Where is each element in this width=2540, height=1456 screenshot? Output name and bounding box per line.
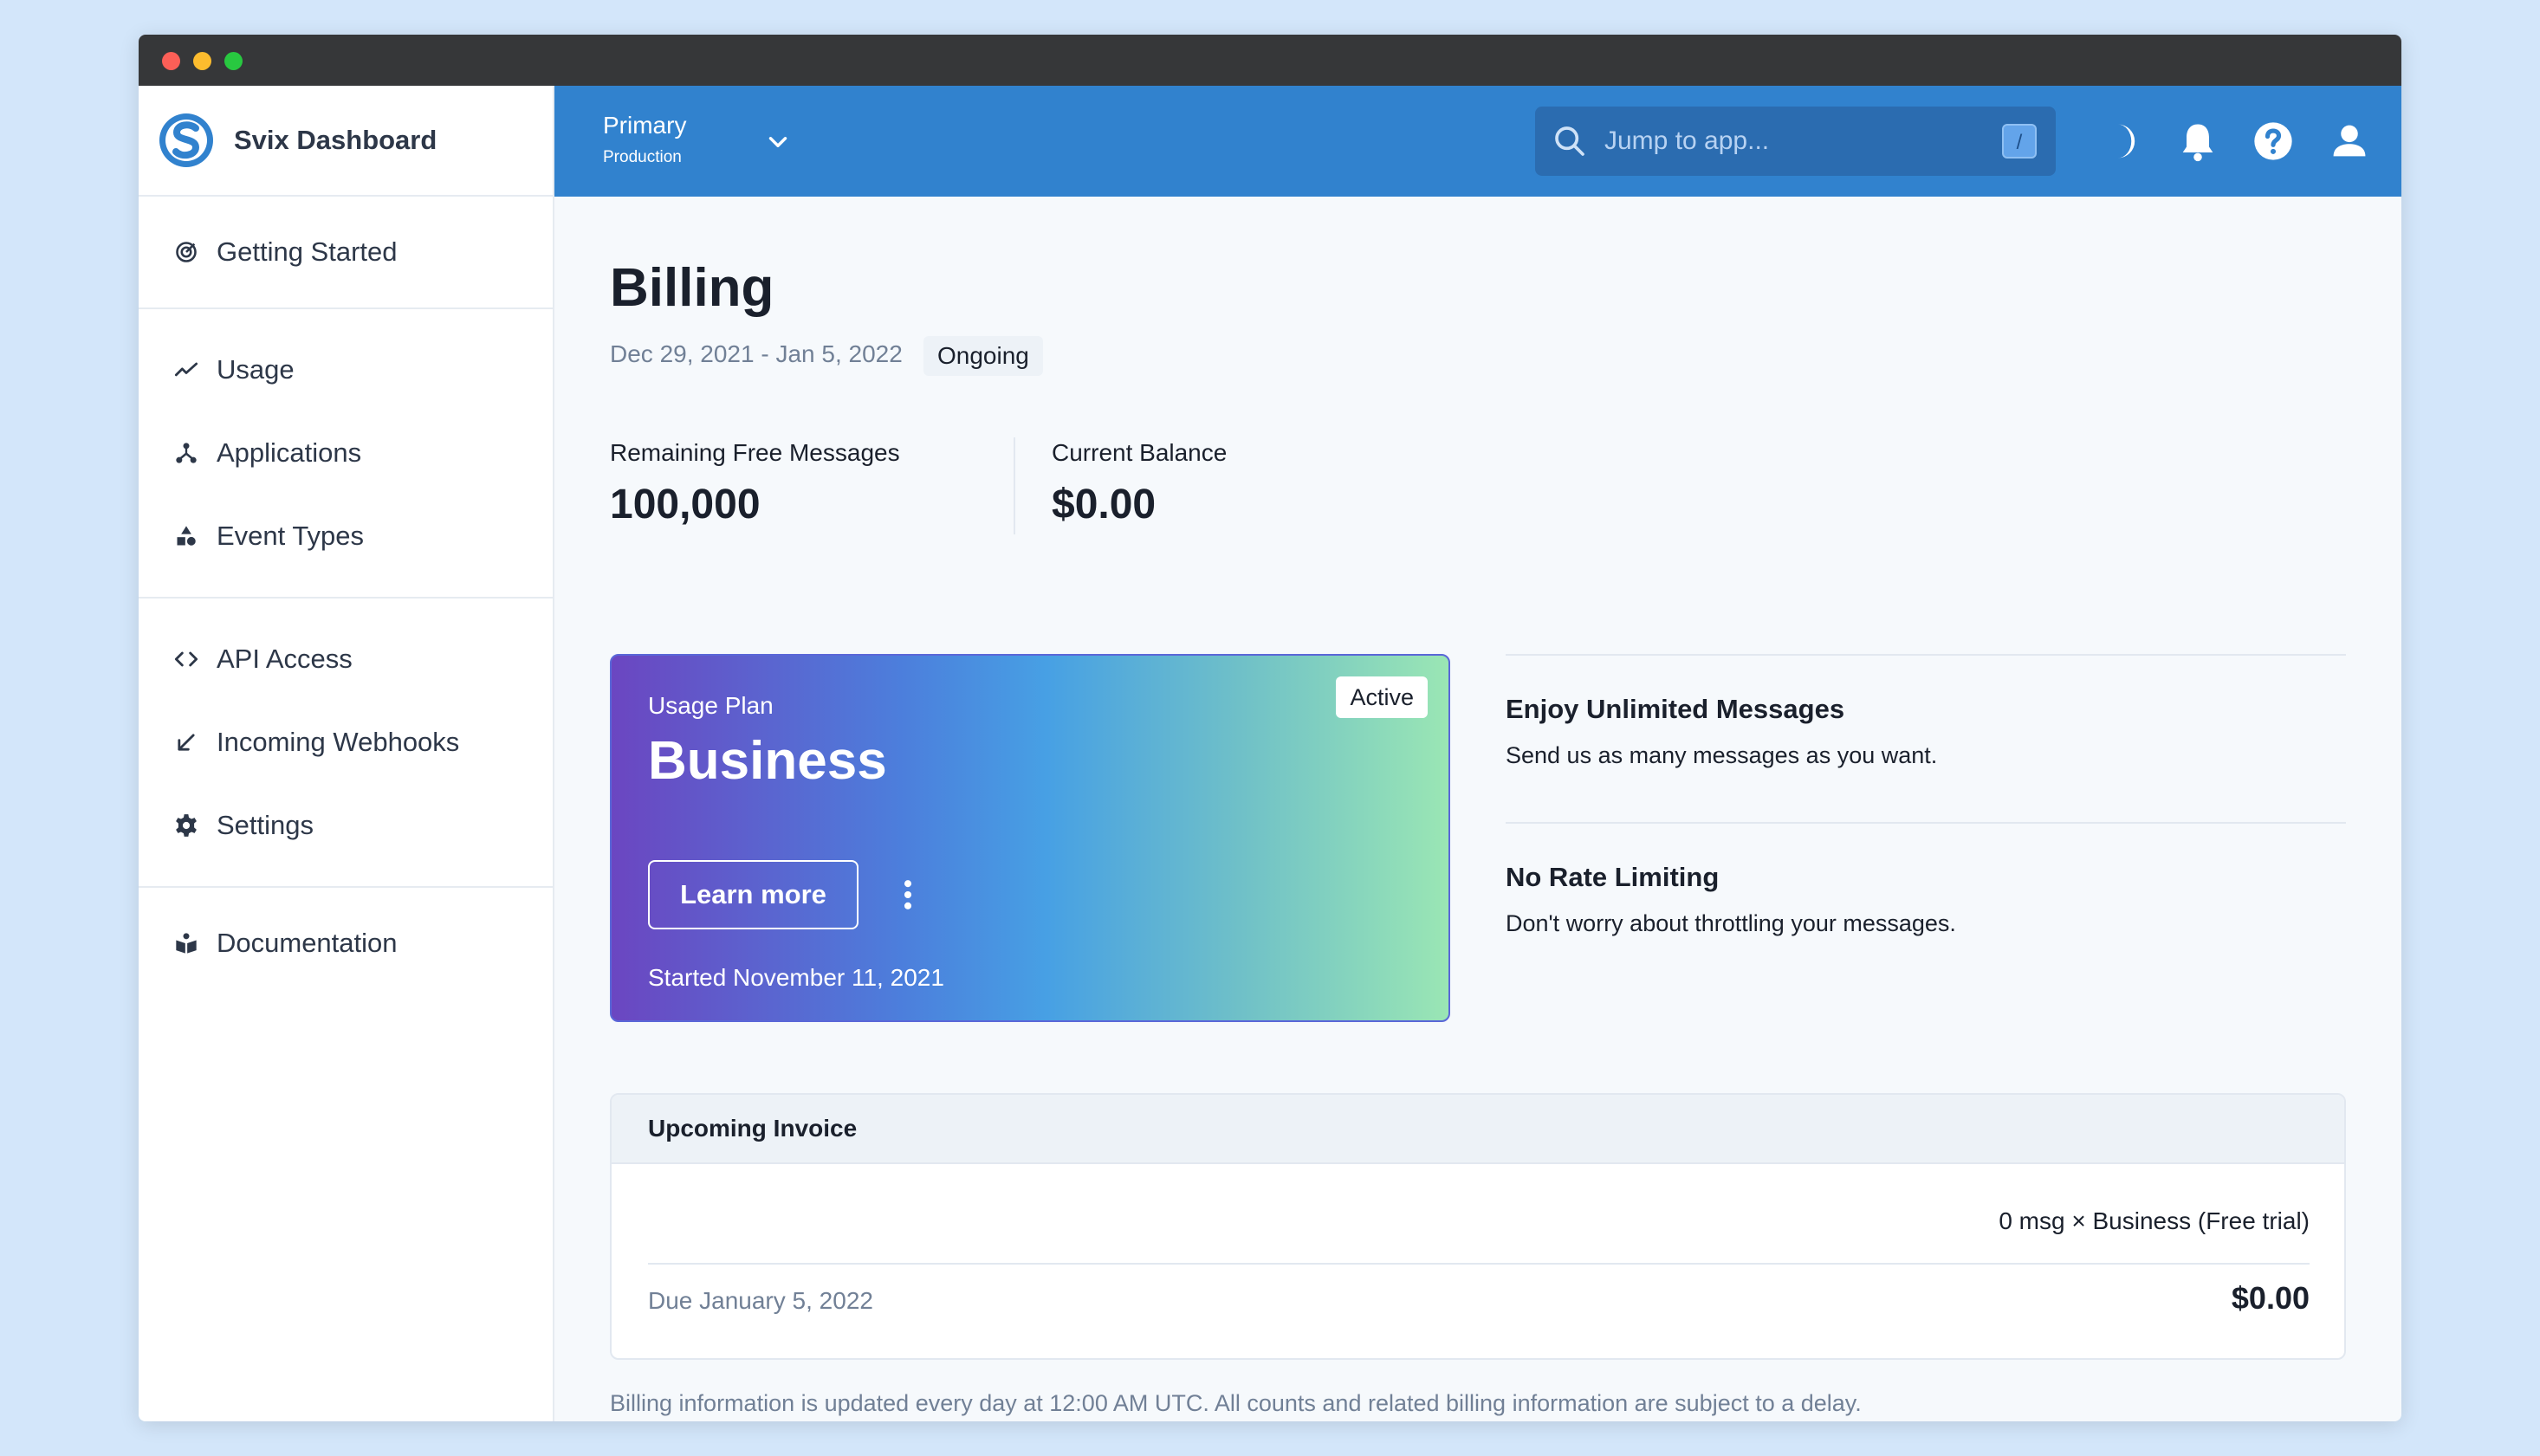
billing-footnote: Billing information is updated every day… bbox=[610, 1390, 1862, 1416]
billing-page: Billing Dec 29, 2021 - Jan 5, 2022 Ongoi… bbox=[554, 197, 2401, 1421]
sidebar-item-label: API Access bbox=[217, 644, 353, 674]
nav-group-docs: Documentation bbox=[139, 888, 553, 999]
search-input[interactable] bbox=[1604, 120, 1968, 162]
chevron-down-icon bbox=[768, 137, 787, 147]
notifications-button[interactable] bbox=[2175, 119, 2220, 164]
user-menu-button[interactable] bbox=[2327, 119, 2372, 164]
invoice-title: Upcoming Invoice bbox=[612, 1095, 2344, 1164]
sidebar-item-settings[interactable]: Settings bbox=[139, 784, 553, 867]
search-box[interactable]: / bbox=[1535, 107, 2056, 176]
stat-divider bbox=[1014, 437, 1015, 534]
plan-label: Usage Plan bbox=[648, 692, 774, 719]
plan-start-date: Started November 11, 2021 bbox=[648, 964, 944, 991]
feature-title: Enjoy Unlimited Messages bbox=[1506, 694, 1845, 724]
invoice-divider bbox=[648, 1263, 2310, 1265]
code-icon bbox=[173, 646, 199, 672]
learn-more-button[interactable]: Learn more bbox=[648, 860, 859, 929]
usage-plan-card: Usage Plan Business Active Learn more St… bbox=[610, 654, 1450, 1022]
feature-item: No Rate Limiting Don't worry about throt… bbox=[1506, 822, 2346, 990]
maximize-window-button[interactable] bbox=[224, 52, 243, 70]
brand-name: Svix Dashboard bbox=[234, 125, 437, 155]
sidebar-item-label: Getting Started bbox=[217, 236, 398, 267]
stat-remaining-messages: Remaining Free Messages 100,000 bbox=[610, 439, 900, 528]
search-shortcut-key: / bbox=[2002, 124, 2037, 159]
plan-name: Business bbox=[648, 731, 887, 791]
sidebar-item-label: Documentation bbox=[217, 928, 398, 958]
search-icon bbox=[1555, 126, 1584, 156]
billing-period: Dec 29, 2021 - Jan 5, 2022 bbox=[610, 340, 903, 367]
plan-features: Enjoy Unlimited Messages Send us as many… bbox=[1506, 654, 2346, 990]
stat-value: $0.00 bbox=[1052, 482, 1157, 527]
incoming-arrow-icon bbox=[173, 729, 199, 755]
help-button[interactable] bbox=[2251, 119, 2296, 164]
window-titlebar bbox=[139, 35, 2401, 86]
book-icon bbox=[173, 930, 199, 956]
event-types-icon bbox=[173, 523, 199, 549]
upcoming-invoice-card: Upcoming Invoice 0 msg × Business (Free … bbox=[610, 1093, 2346, 1360]
sidebar-item-applications[interactable]: Applications bbox=[139, 411, 553, 495]
svix-logo-icon bbox=[159, 113, 213, 167]
minimize-window-button[interactable] bbox=[193, 52, 211, 70]
sidebar-item-label: Usage bbox=[217, 354, 295, 385]
feature-title: No Rate Limiting bbox=[1506, 862, 1720, 892]
sidebar-item-label: Settings bbox=[217, 810, 314, 840]
usage-chart-icon bbox=[173, 357, 199, 383]
bell-icon bbox=[2182, 124, 2213, 162]
sidebar-item-label: Applications bbox=[217, 437, 362, 468]
sidebar-item-documentation[interactable]: Documentation bbox=[139, 907, 553, 980]
environment-name: Primary bbox=[603, 112, 687, 139]
brand[interactable]: Svix Dashboard bbox=[139, 86, 553, 197]
sidebar-item-getting-started[interactable]: Getting Started bbox=[139, 216, 553, 288]
gear-icon bbox=[173, 812, 199, 838]
stat-label: Remaining Free Messages bbox=[610, 439, 900, 466]
page-title: Billing bbox=[610, 258, 774, 318]
applications-icon bbox=[173, 440, 199, 466]
stat-current-balance: Current Balance $0.00 bbox=[1052, 439, 1227, 528]
sidebar: Svix Dashboard Getting Started Usage App… bbox=[139, 86, 554, 1421]
sidebar-item-event-types[interactable]: Event Types bbox=[139, 495, 553, 578]
topbar: Primary Production / bbox=[554, 86, 2401, 197]
environment-type: Production bbox=[603, 148, 682, 166]
stat-label: Current Balance bbox=[1052, 439, 1228, 466]
plan-status-badge: Active bbox=[1336, 676, 1428, 718]
help-icon bbox=[2254, 122, 2292, 160]
feature-item: Enjoy Unlimited Messages Send us as many… bbox=[1506, 654, 2346, 822]
sidebar-item-api-access[interactable]: API Access bbox=[139, 618, 553, 701]
environment-switcher[interactable]: Primary Production bbox=[603, 112, 787, 167]
feature-description: Don't worry about throttling your messag… bbox=[1506, 910, 1956, 936]
close-window-button[interactable] bbox=[162, 52, 180, 70]
sidebar-item-label: Event Types bbox=[217, 521, 365, 551]
sidebar-item-incoming-webhooks[interactable]: Incoming Webhooks bbox=[139, 701, 553, 784]
invoice-line-item: 0 msg × Business (Free trial) bbox=[1999, 1207, 2310, 1234]
user-icon bbox=[2333, 125, 2366, 157]
nav-group-developer: API Access Incoming Webhooks Settings bbox=[139, 599, 553, 888]
status-badge: Ongoing bbox=[923, 336, 1043, 376]
sidebar-item-label: Incoming Webhooks bbox=[217, 727, 460, 757]
getting-started-icon bbox=[173, 239, 199, 265]
invoice-total: $0.00 bbox=[2231, 1280, 2310, 1316]
nav-group-start: Getting Started bbox=[139, 197, 553, 309]
sidebar-item-usage[interactable]: Usage bbox=[139, 328, 553, 411]
nav-group-main: Usage Applications Event Types bbox=[139, 309, 553, 599]
browser-window: Svix Dashboard Getting Started Usage App… bbox=[139, 35, 2401, 1421]
moon-icon bbox=[2117, 124, 2135, 159]
dark-mode-toggle[interactable] bbox=[2099, 119, 2144, 164]
more-options-icon[interactable] bbox=[889, 874, 927, 916]
feature-description: Send us as many messages as you want. bbox=[1506, 742, 1938, 768]
invoice-due-date: Due January 5, 2022 bbox=[648, 1287, 873, 1314]
stat-value: 100,000 bbox=[610, 482, 761, 527]
